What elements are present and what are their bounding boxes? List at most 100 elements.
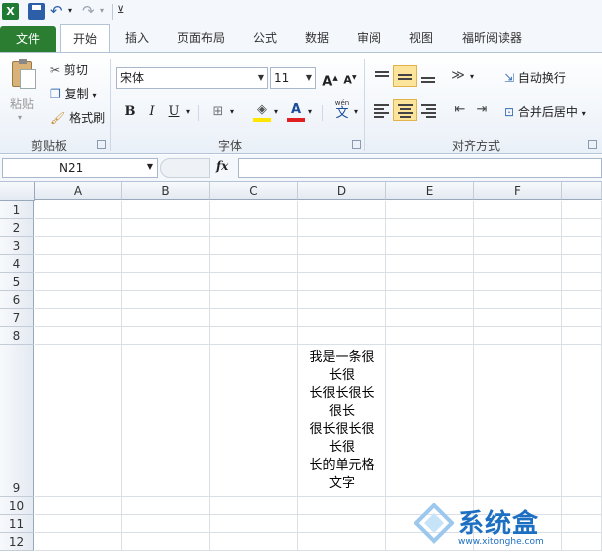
undo-icon[interactable]: ↶ [50, 3, 67, 20]
clipboard-launcher-icon[interactable] [97, 140, 106, 149]
cell[interactable] [298, 201, 386, 219]
paste-icon[interactable] [8, 59, 40, 95]
row-header-8[interactable]: 8 [0, 327, 34, 345]
column-header-b[interactable]: B [122, 182, 210, 200]
row-header-5[interactable]: 5 [0, 273, 34, 291]
paste-button[interactable]: 粘贴 [10, 95, 34, 112]
cell[interactable] [298, 327, 386, 345]
phonetic-guide-icon[interactable]: wén 文 [330, 99, 354, 121]
row-header-12[interactable]: 12 [0, 533, 34, 551]
cell[interactable] [474, 273, 562, 291]
cell[interactable] [122, 497, 210, 515]
cell[interactable] [210, 345, 298, 497]
align-top-icon[interactable] [370, 65, 394, 87]
formula-splitter[interactable] [160, 158, 210, 178]
underline-button[interactable]: U [162, 101, 186, 123]
borders-dropdown-icon[interactable]: ▾ [230, 107, 234, 116]
cell[interactable] [474, 309, 562, 327]
column-header-f[interactable]: F [474, 182, 562, 200]
borders-icon[interactable]: ⊞ [206, 101, 230, 123]
redo-dropdown-icon[interactable]: ▾ [100, 6, 104, 15]
cell[interactable] [474, 291, 562, 309]
cell[interactable] [122, 201, 210, 219]
cell[interactable] [298, 255, 386, 273]
undo-dropdown-icon[interactable]: ▾ [68, 6, 72, 15]
align-right-icon[interactable] [416, 99, 440, 121]
phonetic-dropdown-icon[interactable]: ▾ [354, 107, 358, 116]
cell[interactable] [386, 309, 474, 327]
cell[interactable] [298, 291, 386, 309]
row-header-9[interactable]: 9 [0, 345, 34, 497]
tab-data[interactable]: 数据 [296, 24, 338, 52]
cell[interactable] [386, 273, 474, 291]
cell[interactable] [122, 327, 210, 345]
row-header-3[interactable]: 3 [0, 237, 34, 255]
cut-button[interactable]: ✂ 剪切 [50, 61, 88, 78]
cell[interactable] [298, 309, 386, 327]
font-color-icon[interactable]: A [284, 99, 308, 122]
fill-color-dropdown-icon[interactable]: ▾ [274, 107, 278, 116]
name-box[interactable]: N21 ▼ [2, 158, 158, 178]
cell[interactable] [122, 219, 210, 237]
column-header-partial[interactable] [562, 182, 602, 200]
cell[interactable] [35, 255, 122, 273]
cell[interactable] [35, 533, 122, 551]
wrap-text-button[interactable]: ⇲ 自动换行 [504, 69, 566, 86]
cell[interactable] [35, 291, 122, 309]
paste-dropdown-icon[interactable]: ▾ [18, 113, 22, 122]
cell[interactable] [386, 201, 474, 219]
cell[interactable] [210, 255, 298, 273]
cell[interactable] [210, 273, 298, 291]
cell[interactable] [210, 201, 298, 219]
cell[interactable] [298, 533, 386, 551]
tab-foxit-reader[interactable]: 福昕阅读器 [452, 24, 532, 52]
cell[interactable] [562, 291, 602, 309]
align-bottom-icon[interactable] [416, 65, 440, 87]
cell[interactable] [210, 533, 298, 551]
fill-color-icon[interactable]: ◈ [250, 99, 274, 122]
cell[interactable] [474, 201, 562, 219]
bold-button[interactable]: B [118, 101, 142, 123]
row-header-4[interactable]: 4 [0, 255, 34, 273]
alignment-launcher-icon[interactable] [588, 140, 597, 149]
column-header-e[interactable]: E [386, 182, 474, 200]
align-middle-icon[interactable] [393, 65, 417, 87]
font-launcher-icon[interactable] [352, 140, 361, 149]
cell[interactable] [298, 237, 386, 255]
excel-logo-icon[interactable]: X [2, 3, 19, 20]
cell[interactable] [210, 291, 298, 309]
cell[interactable] [210, 219, 298, 237]
decrease-indent-icon[interactable]: ⇤ [448, 99, 472, 121]
cell[interactable] [386, 327, 474, 345]
cell[interactable] [122, 533, 210, 551]
select-all-corner[interactable] [0, 182, 35, 201]
cell[interactable] [562, 273, 602, 291]
cell[interactable] [35, 273, 122, 291]
tab-file[interactable]: 文件 [0, 26, 56, 52]
cell[interactable] [35, 309, 122, 327]
cell[interactable] [562, 345, 602, 497]
tab-home[interactable]: 开始 [60, 24, 110, 53]
cell[interactable] [122, 515, 210, 533]
cell[interactable] [298, 497, 386, 515]
cell[interactable] [298, 219, 386, 237]
cell[interactable] [298, 515, 386, 533]
cell[interactable] [562, 327, 602, 345]
copy-button[interactable]: ❐ 复制 ▾ [50, 85, 96, 102]
cell[interactable] [210, 327, 298, 345]
cell[interactable] [210, 237, 298, 255]
shrink-font-icon[interactable]: A▼ [338, 67, 362, 89]
cell[interactable] [35, 515, 122, 533]
cell[interactable] [474, 219, 562, 237]
cell[interactable] [122, 273, 210, 291]
cell[interactable] [562, 255, 602, 273]
cell[interactable] [474, 345, 562, 497]
customize-qat-icon[interactable]: ⊻ [117, 5, 124, 16]
tab-formulas[interactable]: 公式 [244, 24, 286, 52]
align-left-icon[interactable] [370, 99, 394, 121]
cell[interactable] [35, 237, 122, 255]
cell[interactable] [35, 497, 122, 515]
row-header-11[interactable]: 11 [0, 515, 34, 533]
column-header-a[interactable]: A [35, 182, 122, 200]
align-center-icon[interactable] [393, 99, 417, 121]
